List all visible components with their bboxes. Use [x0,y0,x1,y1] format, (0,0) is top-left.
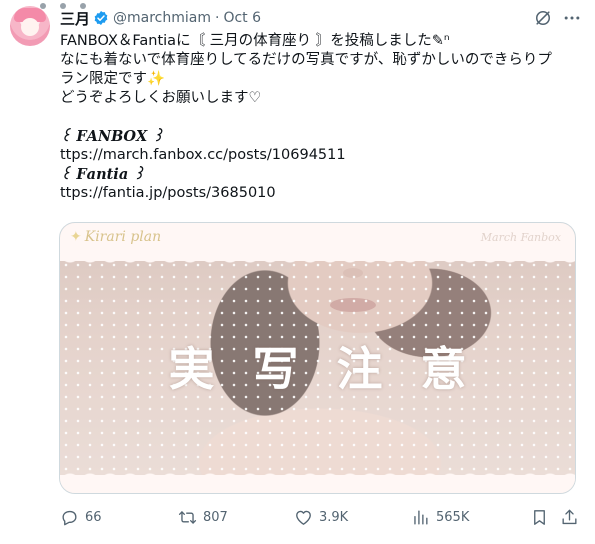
repost-count: 807 [203,509,228,525]
tweet-line-1: FANBOX＆Fantiaに〘 三月の体育座り 〙を投稿しました✎︎ⁿ [60,33,450,49]
previous-post-stub [40,0,160,9]
share-icon [562,509,577,524]
separator-dot: · [215,10,220,26]
action-bar: 66 807 3.9K 565K [60,504,580,530]
bookmark-icon [534,509,545,525]
reply-button[interactable]: 66 [60,504,102,530]
sparkle-icon: ✦ [70,229,82,245]
more-icon[interactable] [562,8,582,28]
fantia-link[interactable]: ttps://fantia.jp/posts/3685010 [60,184,585,203]
bookmark-button[interactable] [530,504,555,530]
share-button[interactable] [560,504,585,530]
reply-icon [62,510,77,525]
fanbox-label: ꒰ 𝑭𝑨𝑵𝑩𝑶𝑿 ꒱ [60,128,164,145]
brand-text: Kirari plan [84,229,162,245]
fantia-label: ꒰ 𝑭𝒂𝒏𝒕𝒊𝒂 ꒱ [60,166,145,183]
views-count: 565K [436,509,470,525]
author-name[interactable]: 三月 [60,8,90,29]
warning-caption: 実写注意 [168,342,505,396]
tweet-line-4: どうぞよろしくお願いします♡ [60,90,262,106]
verified-icon [94,11,108,25]
avatar[interactable] [10,6,50,46]
tweet-line-3: ラン限定です✨ [60,71,166,87]
fanbox-link[interactable]: ttps://march.fanbox.cc/posts/10694511 [60,146,585,165]
tweet-header: 三月 @marchmiam · Oct 6 [60,8,261,28]
like-button[interactable]: 3.9K [294,504,348,530]
views-button[interactable]: 565K [411,504,469,530]
like-icon [296,510,311,525]
tweet-text: FANBOX＆Fantiaに〘 三月の体育座り 〙を投稿しました✎︎ⁿ なにも着… [60,32,585,203]
post-date[interactable]: Oct 6 [223,10,261,26]
media-bottom-banner [60,467,575,493]
grok-icon[interactable] [533,8,553,28]
tweet-line-2: なにも着ないで体育座りしてるだけの写真ですが、恥ずかしいのできらりプ [60,52,552,68]
views-icon [414,509,428,525]
author-handle[interactable]: @marchmiam [113,10,211,26]
repost-button[interactable]: 807 [178,504,228,530]
reply-count: 66 [85,509,102,525]
brand-watermark: March Fanbox [480,231,561,244]
media-image[interactable]: ✦ Kirari plan March Fanbox 実写注意 [59,222,576,494]
brand-logo: ✦ Kirari plan [70,229,161,245]
repost-icon [178,510,197,524]
like-count: 3.9K [319,509,349,525]
